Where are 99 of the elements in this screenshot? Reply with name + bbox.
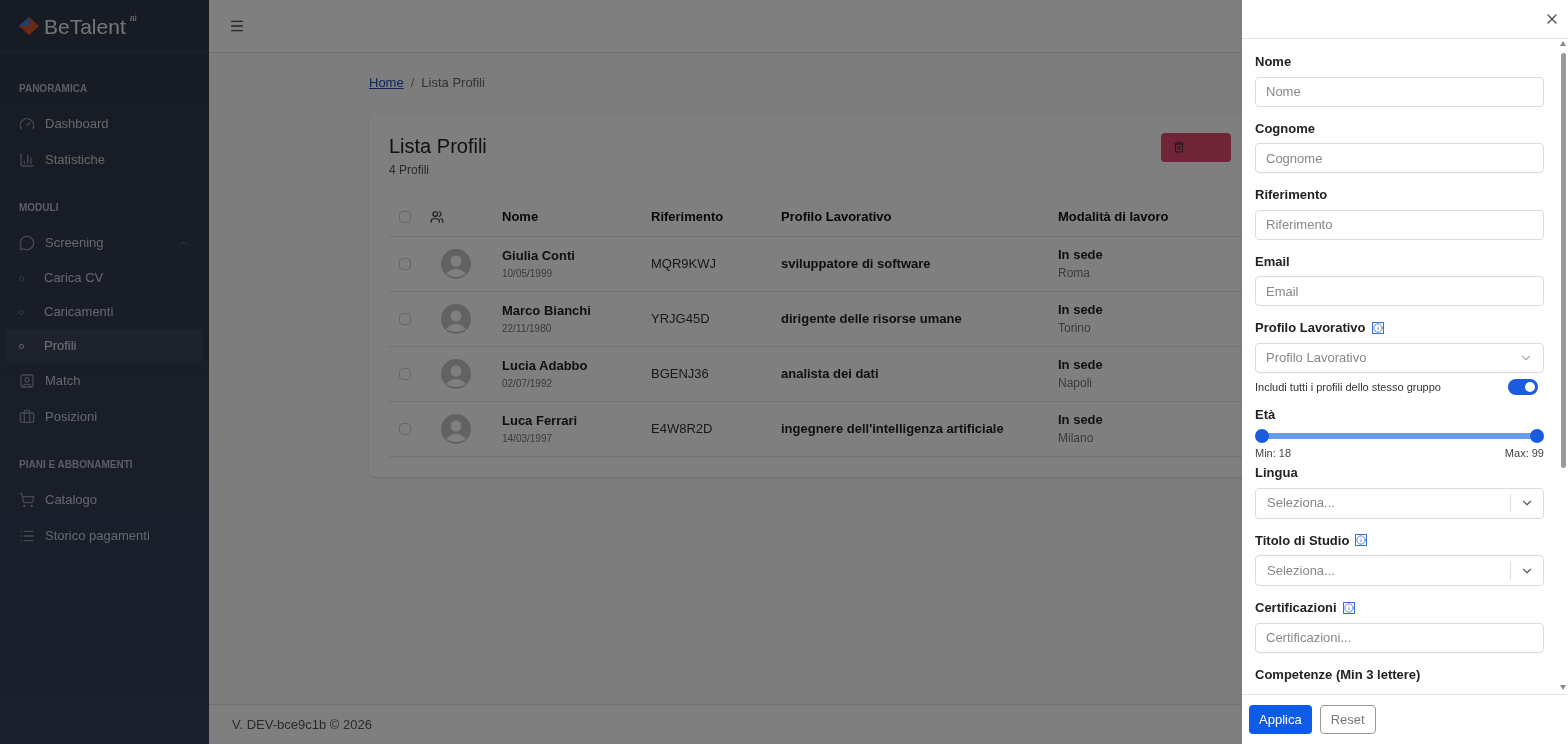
toggle-switch[interactable] — [1508, 378, 1538, 395]
reference-code: E4W8R2D — [651, 419, 714, 438]
field-label: Email — [1255, 252, 1290, 271]
job-profile: dirigente delle risorse umane — [781, 309, 963, 328]
person-name: Lucia Adabbo — [502, 357, 589, 376]
range-thumb[interactable] — [1530, 428, 1544, 443]
work-mode: In sede — [1058, 410, 1104, 429]
text-field[interactable]: Nome — [1255, 76, 1544, 107]
avatar-icon — [441, 248, 471, 279]
field-label: Cognome — [1255, 119, 1315, 138]
range-thumb[interactable] — [1255, 428, 1269, 443]
avatar-icon — [441, 303, 471, 334]
section-title: PANORAMICA — [18, 82, 89, 96]
sidebar-item[interactable]: Statistiche — [8, 142, 201, 178]
list-icon — [19, 528, 35, 544]
version-text: V. DEV-bce9c1b © 2026 — [232, 715, 372, 734]
select-field[interactable]: Seleziona... — [1255, 555, 1544, 586]
sidebar-item[interactable]: Catalogo — [8, 482, 201, 518]
briefcase-icon — [19, 409, 35, 425]
text-field[interactable]: Certificazioni... — [1255, 622, 1544, 653]
sidebar-item[interactable]: Dashboard — [8, 106, 201, 142]
people-icon — [430, 210, 444, 224]
text-field[interactable]: Email — [1255, 276, 1544, 306]
info-icon[interactable] — [1371, 321, 1384, 334]
work-mode: In sede — [1058, 300, 1104, 319]
column-header: Riferimento — [651, 208, 725, 227]
birth-date: 14/03/1997 — [502, 431, 554, 446]
avatar-icon — [441, 358, 471, 389]
birth-date: 02/07/1992 — [502, 376, 554, 391]
menu-icon[interactable] — [229, 18, 245, 34]
logo-icon — [18, 16, 40, 36]
select-field[interactable]: Profilo Lavorativo — [1255, 342, 1544, 373]
row-checkbox[interactable] — [399, 257, 411, 270]
work-mode: In sede — [1058, 245, 1104, 264]
column-header: Profilo Lavorativo — [781, 208, 893, 227]
reference-code: MQR9KWJ — [651, 254, 717, 273]
job-profile: analista dei dati — [781, 364, 880, 383]
breadcrumb-link[interactable]: Home — [369, 73, 404, 93]
work-mode: In sede — [1058, 355, 1104, 374]
sidebar-item[interactable]: Posizioni — [8, 399, 201, 435]
city: Torino — [1058, 320, 1092, 338]
text-field[interactable]: Cognome — [1255, 143, 1544, 173]
field-label: Titolo di Studio — [1255, 531, 1350, 550]
field-label: Profilo Lavorativo — [1255, 319, 1366, 337]
reset-button[interactable]: Reset — [1319, 705, 1376, 734]
person-name: Giulia Conti — [502, 247, 576, 266]
field-label: Competenze (Min 3 lettere) — [1255, 665, 1421, 684]
apply-button[interactable]: Applica — [1249, 705, 1312, 734]
birth-date: 22/11/1980 — [502, 321, 553, 336]
logo-text: BeTalent — [44, 15, 126, 37]
min-label: Min: 18 — [1255, 445, 1292, 461]
field-label: Età — [1255, 406, 1276, 424]
trash-icon — [1173, 141, 1185, 153]
row-checkbox[interactable] — [399, 367, 411, 380]
delete-button[interactable] — [1161, 132, 1231, 162]
info-icon[interactable] — [1342, 601, 1355, 614]
row-checkbox[interactable] — [399, 422, 411, 435]
profile-count: 4 Profili — [389, 161, 430, 179]
person-name: Luca Ferrari — [502, 412, 579, 431]
sidebar-subitem[interactable]: Profili — [6, 329, 203, 363]
person-name: Marco Bianchi — [502, 302, 592, 321]
gauge-icon — [19, 116, 35, 132]
city: Milano — [1058, 430, 1095, 448]
bar-chart-icon — [19, 152, 35, 168]
section-title: PIANI E ABBONAMENTI — [18, 458, 134, 472]
breadcrumb-current: Lista Profili — [421, 74, 485, 92]
field-label: Certificazioni — [1255, 599, 1337, 617]
row-checkbox[interactable] — [399, 312, 411, 325]
cart-icon — [19, 492, 35, 508]
sidebar-subitem[interactable]: Caricamenti — [6, 295, 203, 329]
toggle-label: Includi tutti i profili dello stesso gruppo — [1255, 379, 1442, 395]
max-label: Max: 99 — [1504, 445, 1544, 461]
person-icon — [19, 373, 35, 389]
breadcrumb-separator: / — [410, 74, 415, 92]
city: Napoli — [1058, 375, 1094, 393]
card-title: Lista Profili — [389, 133, 488, 159]
reference-code: BGENJ36 — [651, 364, 710, 383]
city: Roma — [1058, 265, 1091, 283]
select-all-checkbox[interactable] — [399, 211, 411, 223]
sidebar-item[interactable]: Screening — [8, 225, 201, 261]
job-profile: sviluppatore di software — [781, 254, 932, 273]
sidebar-item[interactable]: Match — [8, 363, 201, 399]
info-icon[interactable] — [1355, 534, 1368, 547]
select-field[interactable]: Seleziona... — [1255, 487, 1544, 519]
section-title: MODULI — [18, 201, 60, 215]
field-label: Riferimento — [1255, 186, 1328, 204]
field-label: Nome — [1255, 53, 1292, 71]
logo-superscript: ai — [129, 12, 137, 25]
field-label: Lingua — [1255, 464, 1298, 482]
text-field[interactable]: Riferimento — [1255, 209, 1544, 240]
column-header: Modalità di lavoro — [1058, 208, 1170, 227]
reference-code: YRJG45D — [651, 309, 711, 328]
column-header: Nome — [502, 208, 540, 227]
sidebar-subitem[interactable]: Carica CV — [6, 261, 203, 295]
chat-bubble-icon — [19, 235, 35, 251]
job-profile: ingegnere dell'intelligenza artificiale — [781, 419, 1005, 438]
avatar-icon — [441, 413, 471, 444]
sidebar-item[interactable]: Storico pagamenti — [8, 518, 201, 554]
birth-date: 10/05/1999 — [502, 266, 554, 281]
